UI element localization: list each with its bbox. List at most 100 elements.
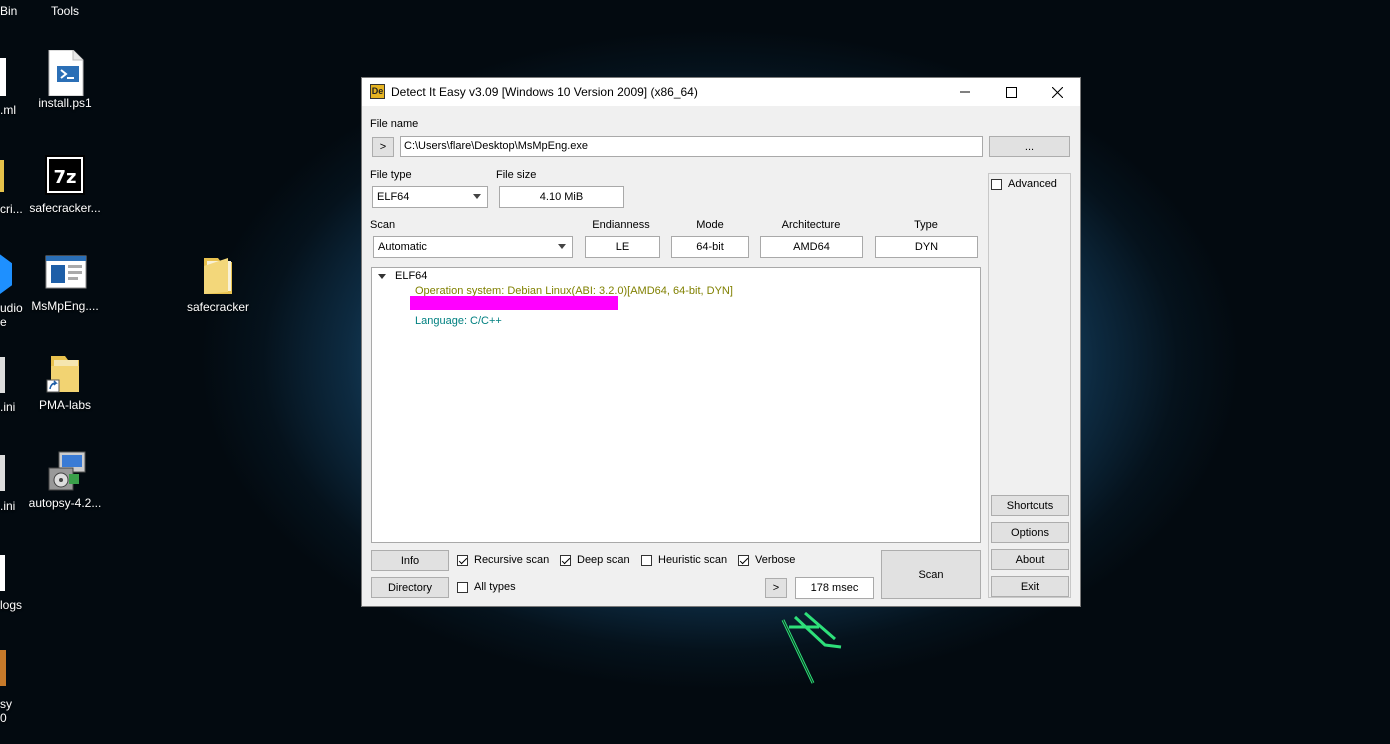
folder-icon bbox=[198, 254, 238, 296]
desktop-icon-label: safecracker... bbox=[29, 201, 101, 215]
heuristic-scan-label: Heuristic scan bbox=[658, 554, 728, 566]
partial-folder-icon[interactable] bbox=[0, 160, 4, 192]
desktop-icon-autopsy-installer[interactable]: autopsy-4.2... bbox=[25, 450, 105, 510]
file-type-value: ELF64 bbox=[377, 191, 410, 203]
svg-text:7z: 7z bbox=[53, 167, 76, 188]
powershell-script-icon bbox=[45, 49, 85, 97]
architecture-field: AMD64 bbox=[760, 236, 863, 258]
file-type-label: File type bbox=[370, 169, 412, 181]
checkbox-box bbox=[641, 554, 652, 566]
exit-button[interactable]: Exit bbox=[991, 576, 1069, 597]
scan-label: Scan bbox=[370, 219, 396, 231]
all-types-checkbox[interactable]: All types bbox=[457, 581, 516, 593]
partial-label: logs bbox=[0, 598, 23, 612]
7zip-archive-icon: 7z bbox=[45, 155, 85, 197]
window-title: Detect It Easy v3.09 [Windows 10 Version… bbox=[391, 85, 698, 99]
maximize-icon bbox=[1005, 86, 1017, 98]
browse-button[interactable]: ... bbox=[989, 136, 1070, 157]
verbose-label: Verbose bbox=[755, 554, 796, 566]
partial-label: udio bbox=[0, 301, 23, 315]
heuristic-scan-checkbox[interactable]: Heuristic scan bbox=[641, 554, 727, 566]
detection-results-tree[interactable]: ELF64 Operation system: Debian Linux(ABI… bbox=[371, 267, 981, 543]
options-button[interactable]: Options bbox=[991, 522, 1069, 543]
mode-label: Mode bbox=[696, 219, 724, 231]
desktop-label-tools: Tools bbox=[51, 4, 80, 18]
scan-button[interactable]: Scan bbox=[881, 550, 981, 599]
deep-scan-label: Deep scan bbox=[577, 554, 630, 566]
partial-label: .ini bbox=[0, 499, 16, 513]
right-panel: Advanced Shortcuts Options About Exit bbox=[988, 173, 1071, 598]
scan-mode-value: Automatic bbox=[378, 241, 427, 253]
desktop-icon-safecracker-folder[interactable]: safecracker bbox=[178, 254, 258, 314]
scan-time-field: 178 msec bbox=[795, 577, 874, 599]
desktop-icon-label: install.ps1 bbox=[38, 96, 92, 110]
checkbox-box-checked bbox=[457, 554, 468, 566]
partial-app-icon[interactable] bbox=[0, 650, 6, 686]
maximize-button[interactable] bbox=[988, 78, 1034, 106]
desktop-icon-pma-labs[interactable]: PMA-labs bbox=[25, 352, 105, 412]
minimize-icon bbox=[960, 91, 970, 93]
recursive-scan-label: Recursive scan bbox=[474, 554, 550, 566]
tree-item-language[interactable]: Language: C/C++ bbox=[415, 315, 502, 327]
die-app-icon: De bbox=[370, 84, 385, 99]
checkbox-box bbox=[457, 581, 468, 593]
title-bar[interactable]: De Detect It Easy v3.09 [Windows 10 Vers… bbox=[362, 78, 1080, 106]
tree-root-elf64[interactable]: ELF64 bbox=[395, 270, 427, 282]
desktop-icon-install-ps1[interactable]: install.ps1 bbox=[25, 49, 105, 110]
collapse-triangle-icon[interactable] bbox=[378, 274, 386, 279]
close-button[interactable] bbox=[1034, 78, 1080, 106]
file-path-input[interactable]: C:\Users\flare\Desktop\MsMpEng.exe bbox=[400, 136, 983, 157]
installer-package-icon bbox=[45, 450, 86, 492]
desktop-icon-label: autopsy-4.2... bbox=[28, 496, 102, 510]
partial-label: e bbox=[0, 315, 7, 329]
deep-scan-checkbox[interactable]: Deep scan bbox=[560, 554, 630, 566]
architecture-label: Architecture bbox=[781, 219, 841, 231]
advanced-checkbox[interactable]: Advanced bbox=[991, 178, 1057, 190]
desktop-icon-safecracker-7z[interactable]: 7z safecracker... bbox=[25, 155, 105, 215]
partial-document-icon[interactable] bbox=[0, 58, 6, 96]
endianness-label: Endianness bbox=[592, 219, 650, 231]
file-size-label: File size bbox=[496, 169, 537, 181]
path-history-button[interactable]: > bbox=[372, 137, 394, 157]
partial-label: cri... bbox=[0, 202, 23, 216]
file-size-field: 4.10 MiB bbox=[499, 186, 624, 208]
desktop-icon-label: safecracker bbox=[186, 300, 250, 314]
partial-document-icon[interactable] bbox=[0, 455, 5, 491]
executable-window-icon bbox=[45, 253, 87, 295]
shortcuts-button[interactable]: Shortcuts bbox=[991, 495, 1069, 516]
desktop-icon-msmpeng[interactable]: MsMpEng.... bbox=[25, 253, 105, 313]
partial-label: .ml bbox=[0, 103, 16, 117]
type-field: DYN bbox=[875, 236, 978, 258]
directory-button[interactable]: Directory bbox=[371, 577, 449, 598]
minimize-button[interactable] bbox=[942, 78, 988, 106]
chevron-down-icon bbox=[473, 194, 481, 199]
advanced-label: Advanced bbox=[1008, 178, 1057, 190]
chevron-down-icon bbox=[558, 244, 566, 249]
info-button[interactable]: Info bbox=[371, 550, 449, 571]
partial-app-icon[interactable] bbox=[0, 254, 12, 294]
partial-document-icon[interactable] bbox=[0, 357, 5, 393]
log-button[interactable]: > bbox=[765, 578, 787, 598]
type-label: Type bbox=[914, 219, 938, 231]
folder-shortcut-icon bbox=[45, 352, 85, 394]
detect-it-easy-window: De Detect It Easy v3.09 [Windows 10 Vers… bbox=[361, 77, 1081, 607]
about-button[interactable]: About bbox=[991, 549, 1069, 570]
redaction-bar bbox=[410, 296, 618, 310]
wallpaper-logo-icon bbox=[781, 611, 842, 684]
scan-mode-select[interactable]: Automatic bbox=[373, 236, 573, 258]
desktop-icon-label: MsMpEng.... bbox=[31, 299, 99, 313]
file-name-label: File name bbox=[370, 118, 419, 130]
partial-label: sy bbox=[0, 697, 12, 711]
endianness-field: LE bbox=[585, 236, 660, 258]
checkbox-box-checked bbox=[560, 554, 571, 566]
partial-label: .ini bbox=[0, 400, 16, 414]
recursive-scan-checkbox[interactable]: Recursive scan bbox=[457, 554, 549, 566]
mode-field: 64-bit bbox=[671, 236, 749, 258]
checkbox-box bbox=[991, 178, 1002, 190]
desktop-label-bin: Bin bbox=[0, 4, 18, 18]
checkbox-box-checked bbox=[738, 554, 749, 566]
file-type-select[interactable]: ELF64 bbox=[372, 186, 488, 208]
partial-document-icon[interactable] bbox=[0, 555, 5, 591]
all-types-label: All types bbox=[474, 581, 516, 593]
verbose-checkbox[interactable]: Verbose bbox=[738, 554, 795, 566]
